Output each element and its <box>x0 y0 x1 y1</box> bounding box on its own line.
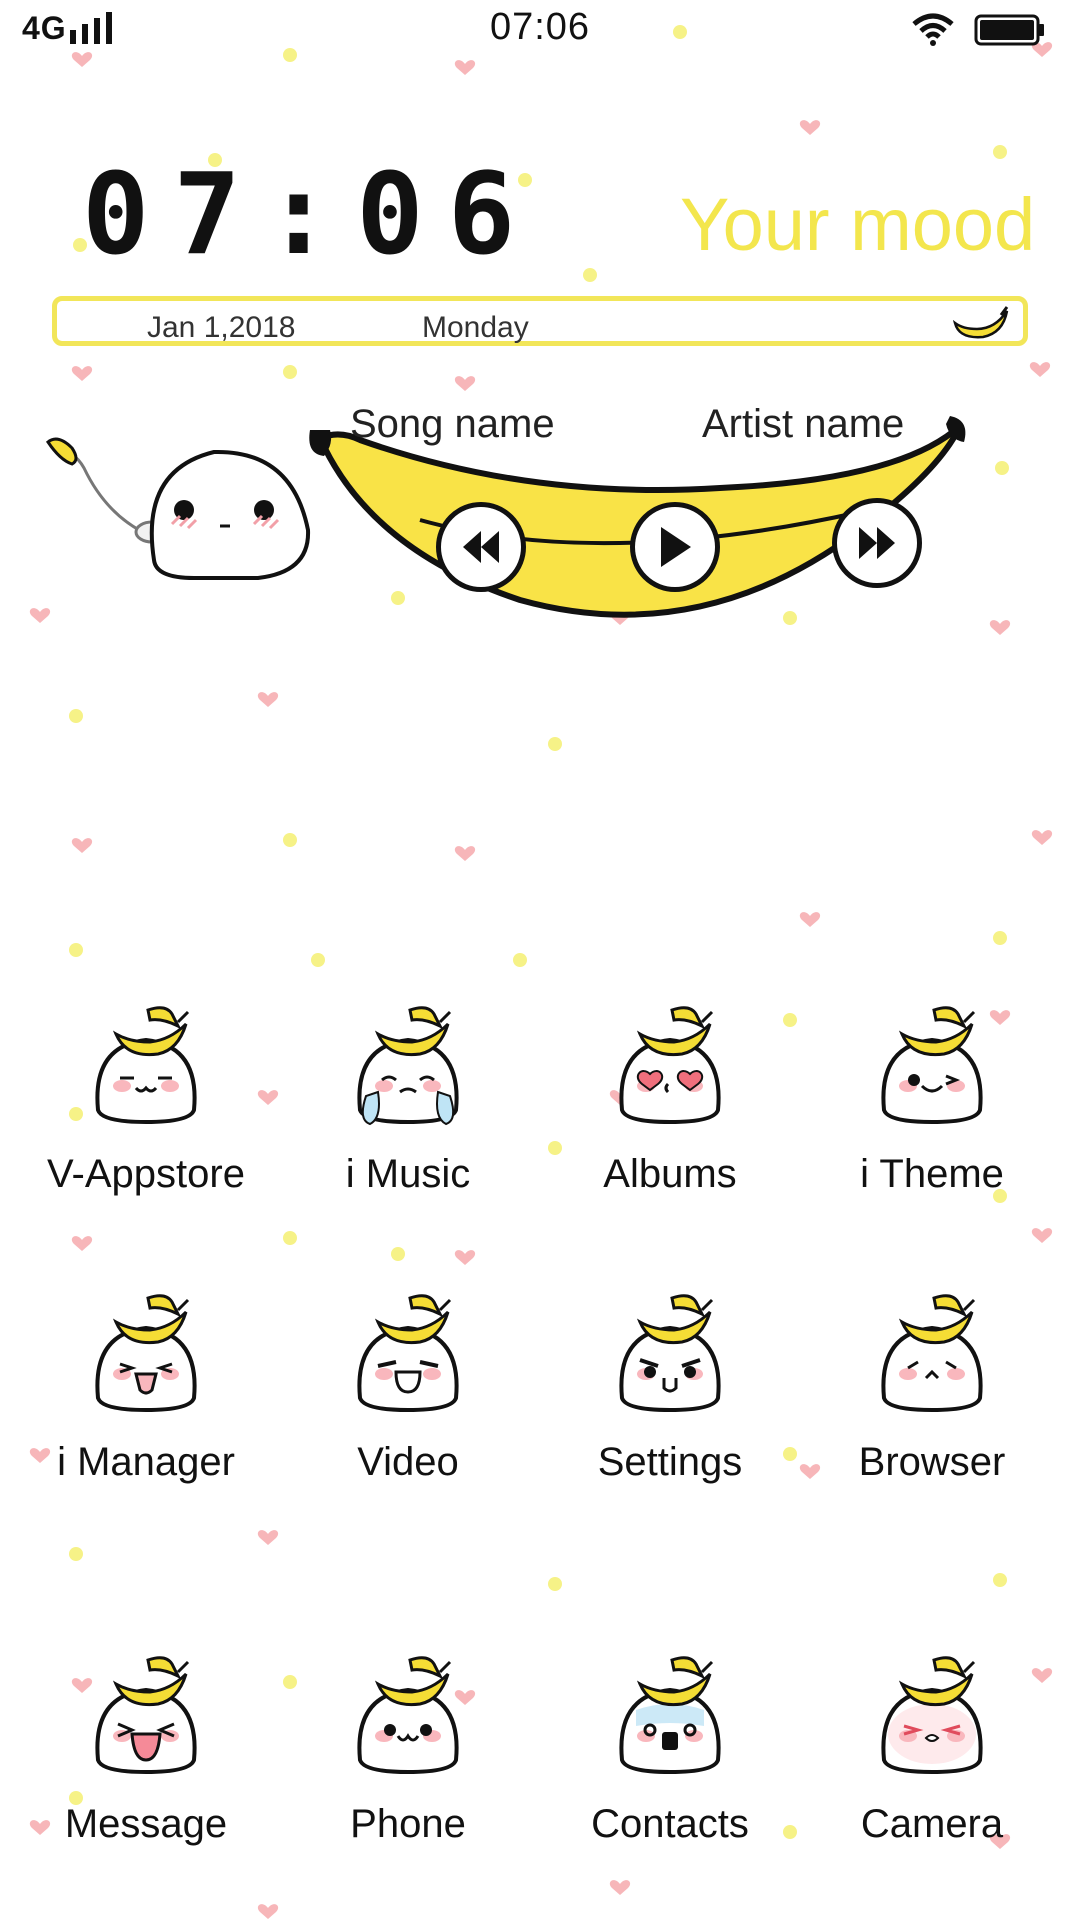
app-label: V-Appstore <box>47 1152 245 1196</box>
squint-mochi-icon <box>881 1656 983 1775</box>
app-label: Message <box>64 1802 228 1846</box>
play-icon <box>661 527 691 567</box>
battery-icon <box>974 14 1044 46</box>
app-icon[interactable] <box>872 1288 992 1418</box>
banana-icon <box>952 306 1009 339</box>
previous-icon <box>463 531 499 563</box>
app-contacts[interactable]: Contacts <box>560 1650 780 1880</box>
app-label: Albums <box>603 1152 737 1196</box>
shock-mochi-icon <box>619 1656 721 1775</box>
app-message[interactable]: Message <box>36 1650 256 1880</box>
next-button[interactable] <box>832 498 922 588</box>
app-phone[interactable]: Phone <box>298 1650 518 1880</box>
play-button[interactable] <box>630 502 720 592</box>
app-label: Contacts <box>591 1802 749 1846</box>
app-icon[interactable] <box>610 1288 730 1418</box>
music-widget: Song name Artist name <box>0 380 1080 650</box>
artist-name[interactable]: Artist name <box>702 402 904 447</box>
app-camera[interactable]: Camera <box>822 1650 1042 1880</box>
angry-mochi-icon <box>619 1294 721 1413</box>
weekday-text: Monday <box>422 311 529 344</box>
wink-mochi-icon <box>881 1006 983 1125</box>
app-label: Browser <box>858 1440 1006 1484</box>
app-i-manager[interactable]: i Manager <box>36 1288 256 1518</box>
smile-mochi-icon <box>95 1006 197 1125</box>
app-icon[interactable] <box>86 1288 206 1418</box>
app-label: i Theme <box>860 1152 1004 1196</box>
app-albums[interactable]: Albums <box>560 1000 780 1230</box>
happy-mochi-icon <box>357 1656 459 1775</box>
app-browser[interactable]: Browser <box>822 1288 1042 1518</box>
song-name[interactable]: Song name <box>350 402 555 447</box>
app-label: i Manager <box>57 1440 235 1484</box>
tongue-mochi-icon <box>95 1656 197 1775</box>
app-icon[interactable] <box>348 1288 468 1418</box>
app-icon[interactable] <box>86 1000 206 1130</box>
wifi-icon <box>912 13 954 46</box>
cry-mochi-icon <box>357 1006 459 1126</box>
date-text: Jan 1,2018 <box>147 311 296 344</box>
calm-mochi-icon <box>881 1294 983 1413</box>
app-label: Camera <box>860 1802 1004 1846</box>
status-bar: 4G 07:06 <box>0 0 1080 60</box>
app-settings[interactable]: Settings <box>560 1288 780 1518</box>
app-v-appstore[interactable]: V-Appstore <box>36 1000 256 1230</box>
mochi-with-spoon-illustration <box>45 437 311 580</box>
clock-display[interactable]: 07:06 <box>82 150 539 280</box>
app-i-theme[interactable]: i Theme <box>822 1000 1042 1230</box>
app-icon[interactable] <box>872 1000 992 1130</box>
app-label: Video <box>357 1440 459 1484</box>
mood-text[interactable]: Your mood <box>680 188 1035 262</box>
app-icon[interactable] <box>348 1650 468 1780</box>
app-i-music[interactable]: i Music <box>298 1000 518 1230</box>
date-bar: Jan 1,2018 Monday <box>52 296 1028 346</box>
app-icon[interactable] <box>348 1000 468 1130</box>
previous-button[interactable] <box>436 502 526 592</box>
next-icon <box>859 527 895 559</box>
love-mochi-icon <box>619 1006 721 1125</box>
grin-mochi-icon <box>95 1294 197 1413</box>
app-label: i Music <box>345 1152 471 1196</box>
laugh-mochi-icon <box>357 1294 459 1413</box>
app-icon[interactable] <box>86 1650 206 1780</box>
app-label: Phone <box>350 1802 466 1846</box>
app-label: Settings <box>597 1440 743 1484</box>
app-icon[interactable] <box>610 1650 730 1780</box>
app-icon[interactable] <box>872 1650 992 1780</box>
app-video[interactable]: Video <box>298 1288 518 1518</box>
wallpaper-pattern <box>29 25 1053 1919</box>
app-icon[interactable] <box>610 1000 730 1130</box>
